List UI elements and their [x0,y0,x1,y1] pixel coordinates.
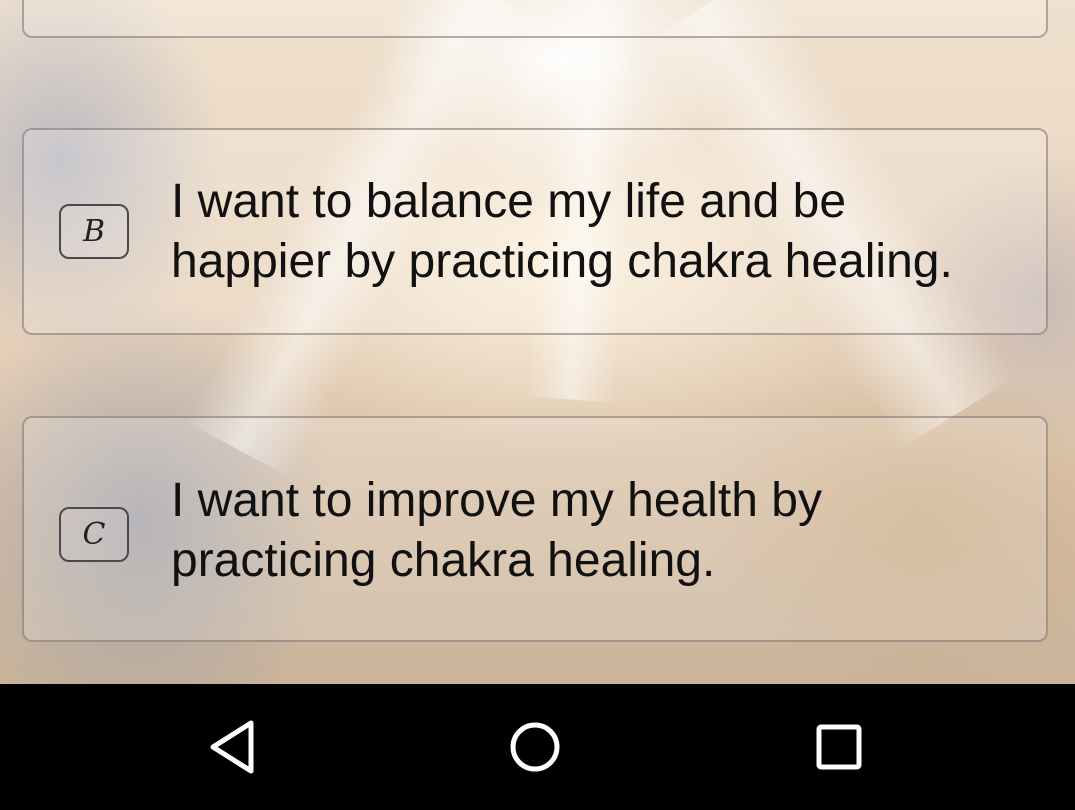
screen: B I want to balance my life and be happi… [0,0,1075,810]
option-letter-badge: C [59,507,129,562]
home-button[interactable] [505,717,565,777]
home-circle-icon [510,722,560,772]
option-letter-badge: B [59,204,129,259]
back-triangle-icon [210,720,254,774]
system-navigation-bar [0,684,1075,810]
option-card-c[interactable]: C I want to improve my health by practic… [22,416,1048,642]
recents-square-icon [816,724,862,770]
option-card-b[interactable]: B I want to balance my life and be happi… [22,128,1048,335]
recents-button[interactable] [809,717,869,777]
option-text: I want to balance my life and be happier… [171,175,953,288]
option-text: I want to improve my health by practicin… [171,474,822,587]
back-button[interactable] [204,717,264,777]
option-card-a[interactable] [22,0,1048,38]
